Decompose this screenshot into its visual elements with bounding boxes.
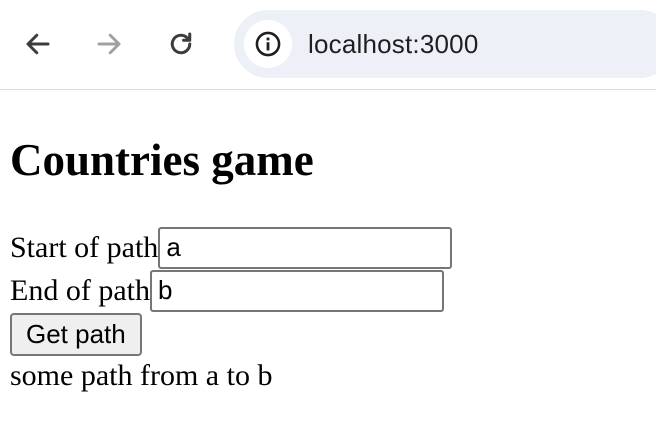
forward-button[interactable] xyxy=(91,26,127,62)
back-button[interactable] xyxy=(20,26,56,62)
reload-icon xyxy=(170,32,192,55)
arrow-right-icon xyxy=(97,33,121,55)
end-label: End of path xyxy=(10,274,150,307)
arrow-left-icon xyxy=(26,33,50,55)
start-input[interactable] xyxy=(158,226,453,269)
start-row: Start of path xyxy=(10,226,646,269)
path-result: some path from a to b xyxy=(10,359,273,392)
page-content: Countries game Start of path End of path… xyxy=(0,134,656,396)
page-title: Countries game xyxy=(10,135,314,185)
url-text[interactable]: localhost:3000 xyxy=(308,29,478,60)
get-path-button[interactable]: Get path xyxy=(10,313,142,356)
site-info-button[interactable] xyxy=(244,20,292,68)
browser-toolbar: localhost:3000 xyxy=(0,0,656,90)
end-input[interactable] xyxy=(149,269,444,312)
address-bar[interactable]: localhost:3000 xyxy=(234,10,656,78)
info-icon xyxy=(255,31,281,57)
start-label: Start of path xyxy=(10,231,159,264)
reload-button[interactable] xyxy=(163,26,199,62)
path-form: Start of path End of path Get path some … xyxy=(10,226,646,396)
end-row: End of path xyxy=(10,269,646,312)
